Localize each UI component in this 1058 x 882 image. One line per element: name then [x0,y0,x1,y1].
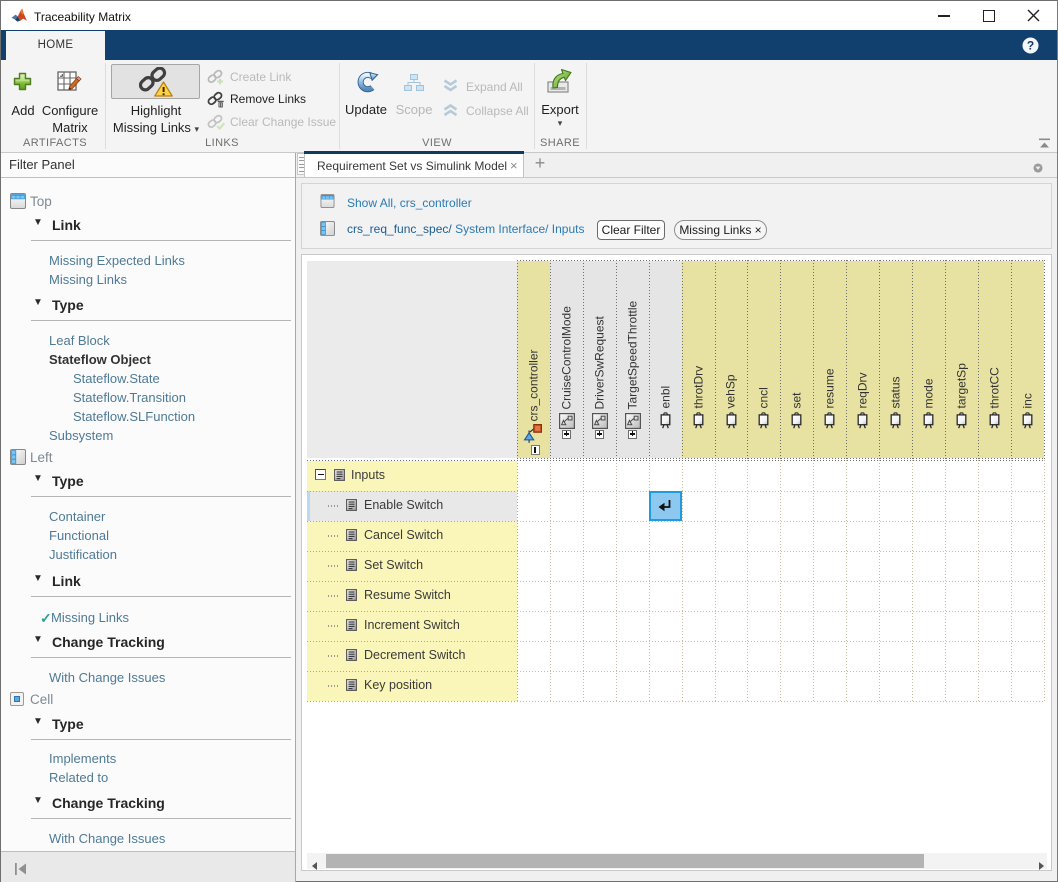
svg-text:?: ? [1027,39,1034,53]
